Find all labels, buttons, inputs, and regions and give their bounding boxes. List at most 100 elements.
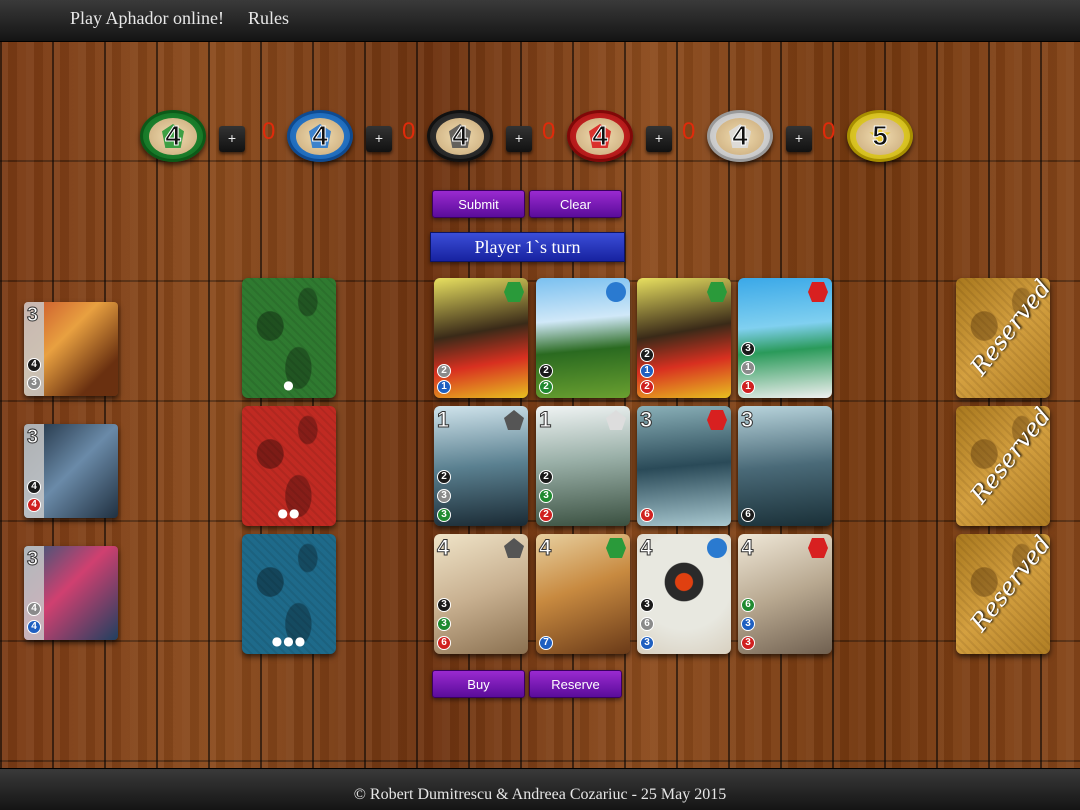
token-white-count: 4 (732, 120, 749, 152)
token-black-count: 4 (452, 120, 469, 152)
bonus-green-icon (606, 538, 626, 558)
development-card[interactable]: 1 2 3 2 (536, 406, 630, 526)
card-points: 3 (639, 407, 653, 433)
card-cost-white: 2 (437, 364, 451, 378)
deck-level-1[interactable]: ● (242, 278, 336, 398)
add-red-button[interactable]: + (646, 126, 672, 152)
noble-cost-blue: 4 (27, 620, 41, 634)
token-red-count: 4 (592, 120, 609, 152)
bonus-black-icon (504, 410, 524, 430)
card-cost-black: 3 (437, 598, 451, 612)
card-cost-black: 3 (640, 598, 654, 612)
noble-cost-black: 4 (27, 480, 41, 494)
card-cost-red: 6 (437, 636, 451, 650)
reserved-slot-3[interactable]: Reserved (956, 534, 1050, 654)
development-card[interactable]: 3 1 1 (738, 278, 832, 398)
development-card[interactable]: 3 6 (637, 406, 731, 526)
token-blue-count: 4 (312, 120, 329, 152)
noble-cost-white: 4 (27, 602, 41, 616)
token-green[interactable]: 4 (140, 110, 206, 162)
development-card[interactable]: 4 6 3 3 (738, 534, 832, 654)
bonus-red-icon (808, 282, 828, 302)
reserved-slot-2[interactable]: Reserved (956, 406, 1050, 526)
submit-button[interactable]: Submit (432, 190, 525, 218)
add-green-button[interactable]: + (219, 126, 245, 152)
card-cost-green: 2 (539, 380, 553, 394)
reserve-button[interactable]: Reserve (529, 670, 622, 698)
selected-black-count: 0 (542, 118, 556, 145)
selected-red-count: 0 (682, 118, 696, 145)
add-blue-button[interactable]: + (366, 126, 392, 152)
footer-copyright: © Robert Dumitrescu & Andreea Cozariuc -… (0, 768, 1080, 810)
card-cost-black: 3 (741, 342, 755, 356)
selected-white-count: 0 (822, 118, 836, 145)
development-card[interactable]: 2 2 (536, 278, 630, 398)
token-white[interactable]: 4 (707, 110, 773, 162)
add-white-button[interactable]: + (786, 126, 812, 152)
bonus-red-icon (808, 538, 828, 558)
card-cost-blue: 3 (640, 636, 654, 650)
development-card[interactable]: 4 3 3 6 (434, 534, 528, 654)
development-card[interactable]: 4 3 6 3 (637, 534, 731, 654)
card-cost-black: 2 (539, 364, 553, 378)
card-cost-blue: 1 (640, 364, 654, 378)
card-cost-red: 3 (741, 636, 755, 650)
development-card[interactable]: 4 7 (536, 534, 630, 654)
card-cost-green: 3 (437, 617, 451, 631)
card-cost-blue: 7 (539, 636, 553, 650)
card-cost-green: 6 (741, 598, 755, 612)
clear-button[interactable]: Clear (529, 190, 622, 218)
noble-cost-white: 3 (27, 376, 41, 390)
card-cost-black: 2 (437, 470, 451, 484)
noble-cost-red: 4 (27, 498, 41, 512)
card-cost-red: 2 (640, 380, 654, 394)
card-cost-white: 1 (741, 361, 755, 375)
play-online-link[interactable]: Play Aphador online! (70, 8, 224, 29)
token-blue[interactable]: 4 (287, 110, 353, 162)
card-points: 1 (538, 407, 552, 433)
reserved-label: Reserved (964, 406, 1050, 509)
card-cost-red: 2 (539, 508, 553, 522)
card-points: 4 (436, 535, 450, 561)
card-cost-black: 2 (539, 470, 553, 484)
card-cost-blue: 3 (741, 617, 755, 631)
card-cost-green: 3 (539, 489, 553, 503)
game-board: 4 + 0 4 + 0 4 + 0 4 + 0 4 + 0 5 Submit C… (0, 42, 1080, 768)
development-card[interactable]: 2 1 (434, 278, 528, 398)
deck-level-2[interactable]: ●● (242, 406, 336, 526)
bonus-red-icon (707, 410, 727, 430)
buy-button[interactable]: Buy (432, 670, 525, 698)
noble-points: 3 (26, 548, 39, 571)
token-gold: 5 (847, 110, 913, 162)
bonus-blue-icon (606, 282, 626, 302)
bonus-black-icon (504, 538, 524, 558)
development-card[interactable]: 2 1 2 (637, 278, 731, 398)
noble-points: 3 (26, 426, 39, 449)
reserved-label: Reserved (964, 534, 1050, 637)
deck-level-3[interactable]: ●●● (242, 534, 336, 654)
reserved-slot-1[interactable]: Reserved (956, 278, 1050, 398)
development-card[interactable]: 3 6 (738, 406, 832, 526)
add-black-button[interactable]: + (506, 126, 532, 152)
noble-card[interactable]: 3 4 4 (24, 424, 118, 518)
card-cost-white: 3 (437, 489, 451, 503)
rules-link[interactable]: Rules (248, 8, 289, 29)
token-gold-count: 5 (872, 120, 889, 152)
card-cost-red: 6 (640, 508, 654, 522)
noble-card[interactable]: 3 4 3 (24, 302, 118, 396)
deck-level-dots: ● (283, 378, 295, 392)
selected-green-count: 0 (262, 118, 276, 145)
token-red[interactable]: 4 (567, 110, 633, 162)
turn-indicator: Player 1`s turn (430, 232, 625, 262)
selected-blue-count: 0 (402, 118, 416, 145)
token-black[interactable]: 4 (427, 110, 493, 162)
card-points: 4 (538, 535, 552, 561)
bonus-green-icon (707, 282, 727, 302)
noble-card[interactable]: 3 4 4 (24, 546, 118, 640)
noble-points: 3 (26, 304, 39, 327)
development-card[interactable]: 1 2 3 3 (434, 406, 528, 526)
card-points: 4 (639, 535, 653, 561)
bonus-green-icon (504, 282, 524, 302)
card-cost-red: 1 (741, 380, 755, 394)
token-green-count: 4 (165, 120, 182, 152)
